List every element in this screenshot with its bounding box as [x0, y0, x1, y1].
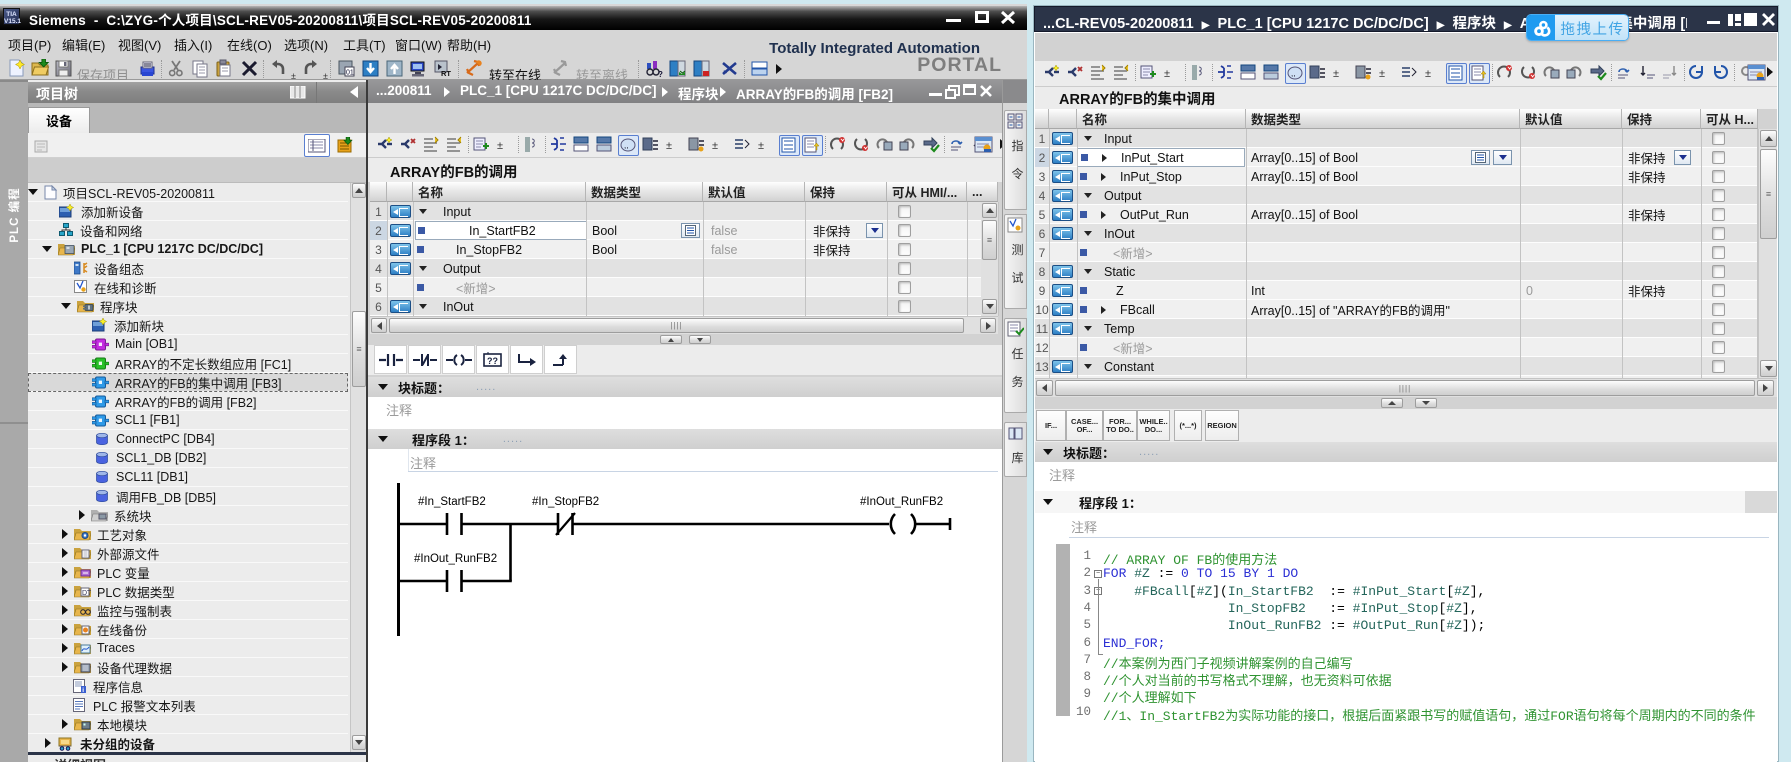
svg-text:RT: RT — [441, 69, 451, 78]
svg-text:??: ?? — [487, 356, 498, 366]
svg-text:DT: DT — [82, 590, 91, 597]
svg-text:±: ± — [497, 140, 503, 152]
svg-text:01: 01 — [346, 70, 354, 77]
svg-text:?: ? — [658, 70, 663, 78]
svg-text:±: ± — [1333, 68, 1339, 80]
svg-text:±: ± — [1425, 68, 1431, 80]
svg-text:±: ± — [758, 140, 764, 152]
svg-text:,,: ,, — [1291, 69, 1295, 78]
svg-text:±: ± — [712, 140, 718, 152]
svg-text:±: ± — [1164, 68, 1170, 80]
svg-text:±: ± — [1379, 68, 1385, 80]
svg-text:±: ± — [666, 140, 672, 152]
svg-text:i: i — [82, 687, 84, 694]
svg-text:,,: ,, — [624, 141, 628, 150]
